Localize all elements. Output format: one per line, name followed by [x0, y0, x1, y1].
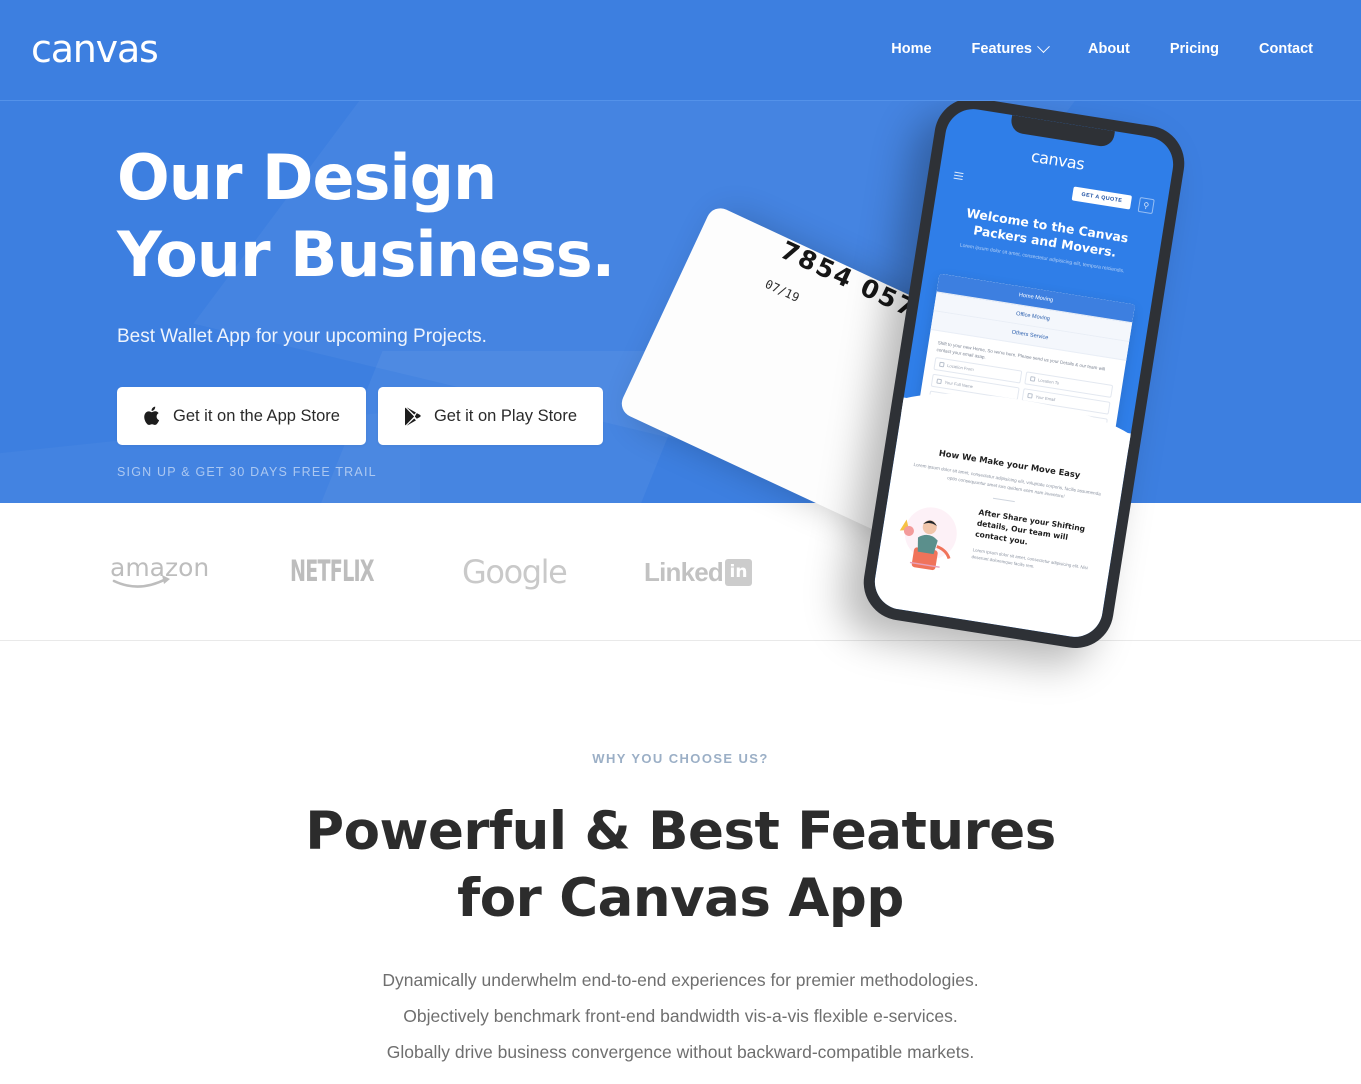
free-trial-note: SIGN UP & GET 30 DAYS FREE TRAIL [117, 465, 377, 479]
nav-item-pricing[interactable]: Pricing [1150, 37, 1239, 61]
play-store-label: Get it on Play Store [433, 406, 578, 425]
nav-label-pricing: Pricing [1169, 41, 1220, 57]
nav-item-features[interactable]: Features [952, 37, 1068, 61]
card-expiry: 07/19 [762, 276, 802, 305]
nav-label-about: About [1087, 41, 1130, 57]
features-title-line-1: Powerful & Best Features [305, 801, 1056, 862]
features-section: WHY YOU CHOOSE US? Powerful & Best Featu… [0, 641, 1361, 1084]
nav-item-contact[interactable]: Contact [1239, 37, 1333, 61]
brand-logo-netflix: NETFLIX [290, 555, 375, 589]
app-store-label: Get it on the App Store [173, 406, 340, 425]
location-icon [938, 361, 945, 368]
brand-logo-amazon: amazon [110, 551, 220, 594]
app-store-button[interactable]: Get it on the App Store [117, 387, 366, 445]
user-icon [936, 378, 943, 385]
mastercard-label: MasterCard [794, 512, 845, 543]
nav-label-home: Home [891, 41, 932, 57]
features-body-text: Dynamically underwhelm end-to-end experi… [382, 970, 979, 1062]
mail-icon [1027, 392, 1033, 399]
hero-content: Our Design Your Business. Best Wallet Ap… [117, 139, 737, 479]
phone-lower-section: How We Make your Move Easy Lorem ipsum d… [870, 379, 1147, 641]
hamburger-menu-icon[interactable] [953, 171, 964, 180]
nav-item-home[interactable]: Home [871, 37, 951, 61]
hero-graphic: Canvas Bank 7854 0578 2054 3281 07/19 Se… [617, 92, 1361, 654]
phone-get-quote-button[interactable]: GET A QUOTE [1071, 186, 1133, 210]
play-store-icon [404, 406, 421, 426]
phone-mockup: canvas GET A QUOTE ⚲ Welcome to the Canv… [858, 92, 1190, 654]
features-eyebrow: WHY YOU CHOOSE US? [592, 751, 769, 766]
card-company-name: SemiColoWeb Inc. [674, 465, 788, 528]
amazon-icon: amazon [110, 553, 209, 588]
features-title-line-2: for Canvas App [457, 868, 904, 929]
hero-title-line-2: Your Business. [117, 218, 615, 291]
brand-logo-google: Google [462, 553, 568, 591]
hero-title-line-1: Our Design [117, 141, 497, 214]
main-navigation: Home Features About Pricing Contact [871, 37, 1333, 61]
phone-notch [1009, 114, 1115, 149]
features-title: Powerful & Best Features for Canvas App [231, 798, 1131, 932]
location-icon [1029, 376, 1036, 382]
brand-logo[interactable]: canvas [31, 25, 159, 73]
nav-label-features: Features [971, 41, 1032, 57]
nav-item-about[interactable]: About [1068, 37, 1150, 61]
amazon-wordmark: amazon [110, 553, 209, 582]
hero-subtitle: Best Wallet App for your upcoming Projec… [117, 326, 487, 347]
phone-field-label: Location To [1037, 377, 1060, 386]
search-icon[interactable]: ⚲ [1137, 196, 1155, 214]
play-store-button[interactable]: Get it on Play Store [377, 387, 604, 445]
hero-title: Our Design Your Business. [117, 139, 737, 293]
phone-field-label: Location From [946, 362, 975, 373]
site-header: canvas Home Features About Pricing Conta… [0, 0, 1361, 101]
phone-screen: canvas GET A QUOTE ⚲ Welcome to the Canv… [870, 105, 1178, 641]
phone-field-label: Your Full Name [944, 379, 974, 390]
apple-icon [144, 406, 160, 425]
mastercard-icon: MasterCard [783, 499, 856, 558]
chevron-down-icon [1037, 39, 1050, 53]
phone-field-label: Your Email [1035, 394, 1056, 403]
nav-label-contact: Contact [1259, 41, 1313, 57]
person-illustration-icon [899, 507, 957, 571]
landing-page: canvas Home Features About Pricing Conta… [0, 0, 1361, 1084]
